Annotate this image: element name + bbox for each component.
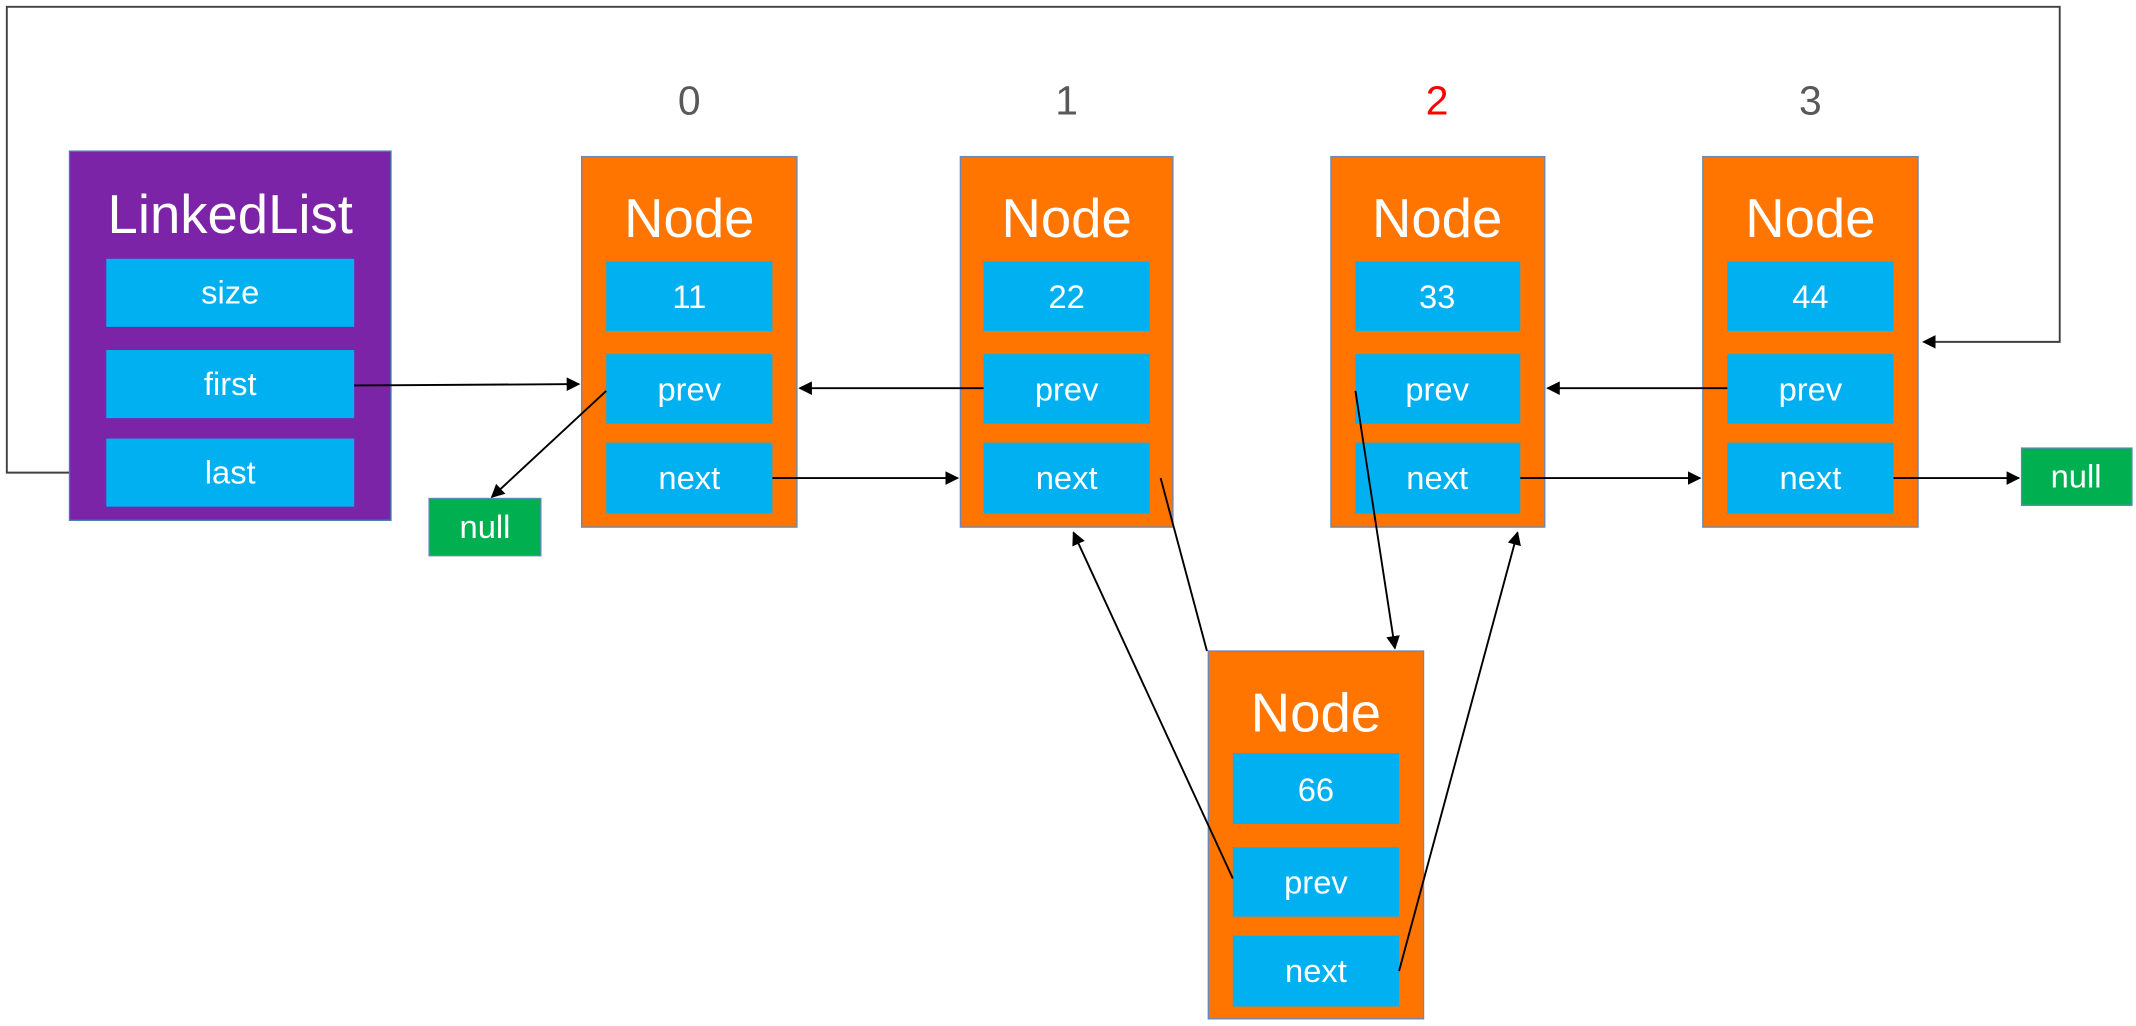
linkedlist-title: LinkedList xyxy=(108,184,353,245)
node-next: next xyxy=(1285,952,1347,989)
node-prev: prev xyxy=(1284,863,1348,900)
new-node: Node 66 prev next xyxy=(1207,650,1425,1020)
svg-text:null: null xyxy=(2051,458,2102,495)
node-prev: prev xyxy=(1035,370,1099,407)
node-title: Node xyxy=(1251,682,1381,743)
index-label-3: 3 xyxy=(1799,77,1822,123)
node-1: Node 22 prev next xyxy=(959,155,1174,528)
node-title: Node xyxy=(1372,188,1502,249)
node-value: 11 xyxy=(672,278,706,315)
node-prev: prev xyxy=(1779,370,1843,407)
node-value: 66 xyxy=(1298,771,1334,808)
node-0: Node 11 prev next xyxy=(580,155,798,528)
node-3: Node 44 prev next xyxy=(1702,155,1919,528)
node-value: 44 xyxy=(1792,278,1828,315)
linked-list-diagram: LinkedList size first last 0 1 2 3 Node … xyxy=(5,5,2133,1020)
node-next: next xyxy=(658,459,720,496)
line-node1-next-old xyxy=(1159,477,1208,652)
field-first-label: first xyxy=(204,365,257,402)
null-box-right: null xyxy=(2020,447,2133,506)
field-size-label: size xyxy=(201,274,259,311)
index-label-1: 1 xyxy=(1055,77,1078,123)
node-prev: prev xyxy=(1405,370,1469,407)
node-next: next xyxy=(1406,459,1468,496)
node-2: Node 33 prev next xyxy=(1330,155,1546,528)
node-value: 22 xyxy=(1048,278,1084,315)
field-last-label: last xyxy=(205,454,256,491)
node-next: next xyxy=(1036,459,1098,496)
node-title: Node xyxy=(1002,188,1132,249)
null-box-left: null xyxy=(428,497,542,557)
node-value: 33 xyxy=(1419,278,1455,315)
index-label-0: 0 xyxy=(678,77,701,123)
node-title: Node xyxy=(624,188,754,249)
index-label-2-highlighted: 2 xyxy=(1426,77,1449,123)
arrow-first-to-node0 xyxy=(354,377,581,391)
node-prev: prev xyxy=(657,370,721,407)
linkedlist-box: LinkedList size first last xyxy=(68,150,392,521)
svg-text:null: null xyxy=(460,508,511,545)
node-next: next xyxy=(1780,459,1842,496)
node-title: Node xyxy=(1745,188,1875,249)
